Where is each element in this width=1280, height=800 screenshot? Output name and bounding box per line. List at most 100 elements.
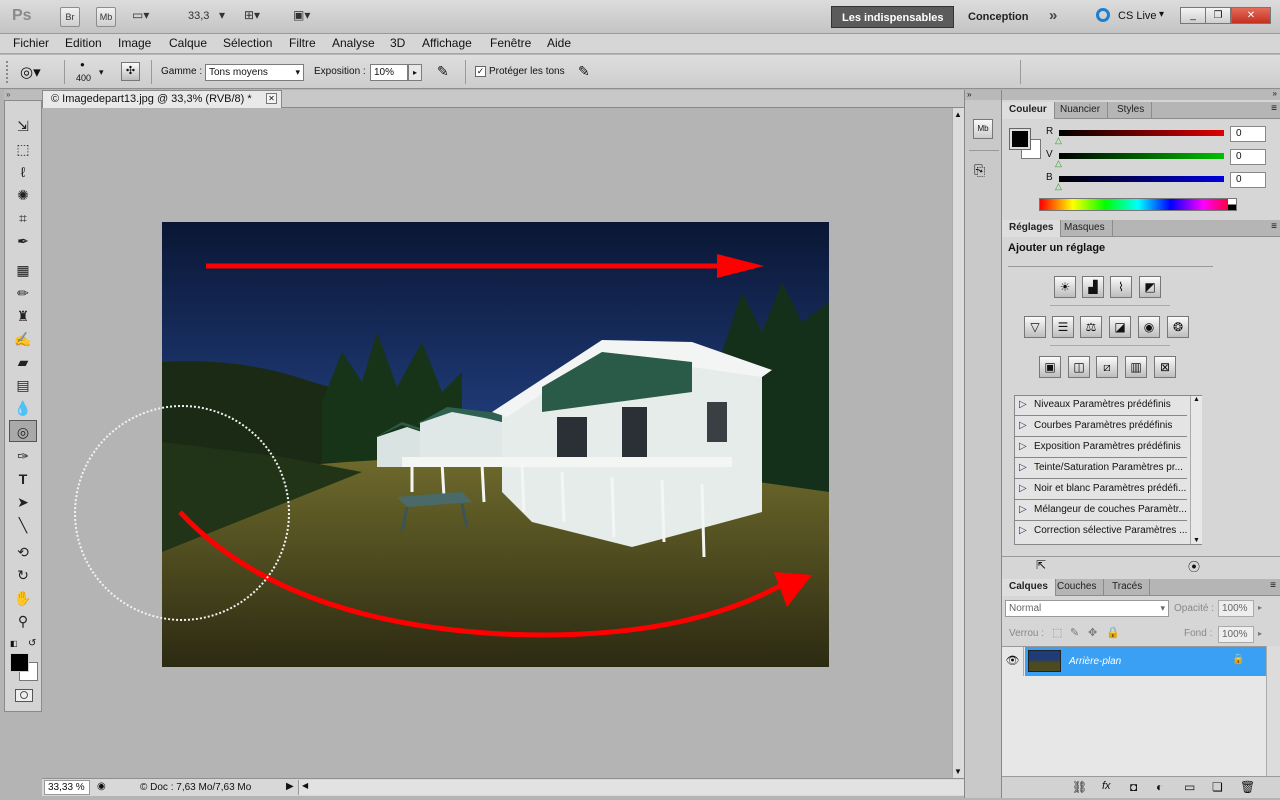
menu-affichage[interactable]: Affichage — [422, 36, 472, 50]
airbrush-icon[interactable]: ✎ — [437, 63, 449, 80]
swap-colors-icon[interactable]: ↺ — [28, 638, 36, 649]
expand-arrow-icon[interactable]: ▷ — [1019, 521, 1027, 541]
tab-traces[interactable]: Tracés — [1105, 579, 1151, 596]
gradient-tool-icon[interactable]: ▤ — [5, 374, 41, 396]
scroll-up-icon[interactable]: ▲ — [1193, 396, 1200, 403]
opacity-slider-icon[interactable]: ▸ — [1258, 603, 1262, 612]
minibridge-panel-icon[interactable]: Mb — [973, 119, 993, 139]
presets-scrollbar[interactable]: ▲ ▼ — [1190, 396, 1202, 544]
menu-fenetre[interactable]: Fenêtre — [490, 36, 531, 50]
opacity-input[interactable]: 100% — [1218, 600, 1254, 617]
tablet-pressure-icon[interactable]: ✎ — [578, 63, 590, 80]
brush-dropdown-icon[interactable]: ▾ — [99, 67, 104, 78]
exposition-slider-button[interactable]: ▸ — [408, 64, 422, 81]
curves-icon[interactable]: ⌇ — [1110, 276, 1132, 298]
tab-couches[interactable]: Couches — [1050, 579, 1105, 596]
brightness-contrast-icon[interactable]: ☀ — [1054, 276, 1076, 298]
brush-tool-icon[interactable]: ✏ — [5, 282, 41, 304]
lock-all-icon[interactable]: 🔒 — [1106, 626, 1120, 639]
move-tool-icon[interactable]: ⇲ — [5, 115, 41, 137]
view-extras-dropdown[interactable]: ▭▾ — [132, 8, 149, 22]
healing-brush-tool-icon[interactable]: ▦ — [5, 259, 41, 281]
preset-item[interactable]: ▷ Exposition Paramètres prédéfinis — [1014, 437, 1187, 458]
panel-menu-icon[interactable]: ≡ — [1270, 580, 1276, 591]
clip-to-layer-icon[interactable]: ⦿ — [1188, 558, 1200, 575]
3d-rotate-tool-icon[interactable]: ⟲ — [5, 541, 41, 563]
panels-collapse-icon[interactable]: » — [1273, 89, 1277, 98]
hue-saturation-icon[interactable]: ☰ — [1052, 316, 1074, 338]
selective-color-icon[interactable]: ⊠ — [1154, 356, 1176, 378]
tab-calques[interactable]: Calques — [1002, 579, 1056, 596]
layer-row-background[interactable]: Arrière-plan 🔒 — [1025, 647, 1266, 676]
color-balance-icon[interactable]: ⚖ — [1080, 316, 1102, 338]
arrange-documents-icon[interactable]: ⊞▾ — [244, 8, 260, 22]
exposure-icon[interactable]: ◩ — [1139, 276, 1161, 298]
expand-arrow-icon[interactable]: ▷ — [1019, 437, 1027, 457]
black-white-icon[interactable]: ◪ — [1109, 316, 1131, 338]
return-to-list-icon[interactable]: ⇱ — [1036, 558, 1046, 572]
more-workspaces-icon[interactable]: » — [1049, 7, 1057, 24]
lock-position-icon[interactable]: ✥ — [1088, 626, 1097, 639]
sponge-tool-preset-icon[interactable]: ◎▾ — [20, 63, 41, 81]
default-colors-icon[interactable]: ◧ — [10, 639, 18, 648]
panel-menu-icon[interactable]: ≡ — [1271, 103, 1277, 114]
vibrance-icon[interactable]: ▽ — [1024, 316, 1046, 338]
channel-b-input[interactable]: 0 — [1230, 172, 1266, 188]
expand-arrow-icon[interactable]: ▷ — [1019, 416, 1027, 436]
quick-mask-icon[interactable] — [15, 689, 33, 702]
line-tool-icon[interactable]: ╲ — [5, 514, 41, 536]
toolbar-collapse-icon[interactable]: » — [4, 90, 42, 100]
posterize-icon[interactable]: ◫ — [1068, 356, 1090, 378]
channel-v-slider[interactable] — [1059, 153, 1224, 159]
sponge-tool-icon[interactable]: ◎ — [9, 420, 37, 442]
brush-panel-icon[interactable]: ✣ — [121, 62, 140, 81]
preset-item[interactable]: ▷ Mélangeur de couches Paramètr... — [1014, 500, 1187, 521]
color-spectrum-ramp[interactable] — [1039, 198, 1237, 211]
levels-icon[interactable]: ▟ — [1082, 276, 1104, 298]
eyedropper-tool-icon[interactable]: ✒ — [5, 230, 41, 252]
menu-analyse[interactable]: Analyse — [332, 36, 375, 50]
menu-fichier[interactable]: Fichier — [13, 36, 49, 50]
tab-reglages[interactable]: Réglages — [1002, 220, 1062, 237]
link-layers-icon[interactable]: ⛓ — [1072, 780, 1087, 794]
new-layer-icon[interactable]: ❏ — [1212, 780, 1223, 794]
menu-3d[interactable]: 3D — [390, 36, 405, 50]
workspace-design[interactable]: Conception — [958, 6, 1039, 28]
preset-item[interactable]: ▷ Correction sélective Paramètres ... — [1014, 521, 1187, 542]
status-info-icon[interactable]: ◉ — [97, 781, 106, 792]
dock-collapse-icon[interactable]: » — [965, 90, 1001, 100]
brush-dot-icon[interactable]: ● — [80, 60, 85, 69]
workspace-essentials[interactable]: Les indispensables — [831, 6, 955, 28]
menu-aide[interactable]: Aide — [547, 36, 571, 50]
new-adjustment-layer-icon[interactable]: ◐ — [1156, 780, 1163, 794]
minimize-button[interactable]: _ — [1180, 7, 1206, 24]
panel-menu-icon[interactable]: ≡ — [1271, 221, 1277, 232]
eraser-tool-icon[interactable]: ▰ — [5, 351, 41, 373]
bridge-button[interactable]: Br — [60, 7, 80, 27]
screen-mode-icon[interactable]: ▣▾ — [293, 8, 310, 22]
fill-input[interactable]: 100% — [1218, 626, 1254, 643]
status-zoom-field[interactable]: 33,33 % — [44, 780, 90, 795]
menu-selection[interactable]: Sélection — [223, 36, 272, 50]
add-mask-icon[interactable]: ◘ — [1130, 780, 1137, 794]
scroll-up-icon[interactable]: ▲ — [954, 110, 962, 119]
channel-r-slider[interactable] — [1059, 130, 1224, 136]
options-grip[interactable] — [6, 61, 10, 83]
slider-handle-icon[interactable]: △ — [1055, 135, 1062, 146]
zoom-level[interactable]: 33,3 — [188, 10, 209, 22]
close-document-icon[interactable]: ✕ — [266, 93, 277, 104]
gradient-map-icon[interactable]: ▥ — [1125, 356, 1147, 378]
delete-layer-icon[interactable]: 🗑 — [1240, 780, 1255, 794]
zoom-tool-icon[interactable]: ⚲ — [5, 610, 41, 632]
preset-item[interactable]: ▷ Teinte/Saturation Paramètres pr... — [1014, 458, 1187, 479]
fill-slider-icon[interactable]: ▸ — [1258, 629, 1262, 638]
marquee-tool-icon[interactable]: ⬚ — [5, 138, 41, 160]
clone-stamp-tool-icon[interactable]: ♜ — [5, 305, 41, 327]
type-tool-icon[interactable]: T — [5, 468, 41, 490]
cslive-dropdown-icon[interactable]: ▾ — [1159, 9, 1164, 20]
channel-b-slider[interactable] — [1059, 176, 1224, 182]
expand-arrow-icon[interactable]: ▷ — [1019, 479, 1027, 499]
status-menu-arrow-icon[interactable]: ▶ — [286, 781, 294, 792]
foreground-color-swatch[interactable] — [10, 653, 29, 672]
crop-tool-icon[interactable]: ⌗ — [5, 207, 41, 229]
